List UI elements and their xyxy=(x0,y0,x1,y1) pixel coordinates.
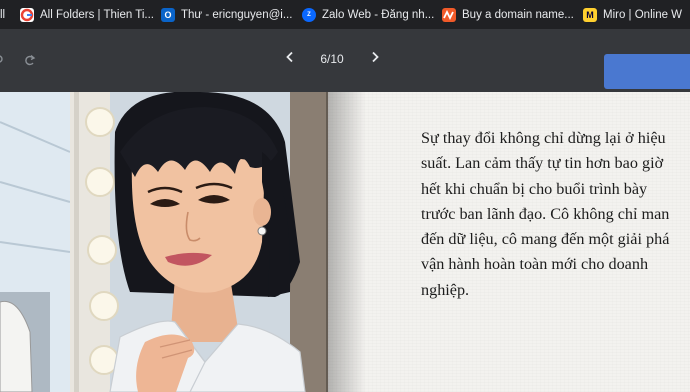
bookmark-zalo[interactable]: Z Zalo Web - Đăng nh... xyxy=(302,0,434,29)
story-text: Sự thay đổi không chỉ dừng lại ở hiệu su… xyxy=(421,126,690,303)
bookmark-label: All Folders | Thien Ti... xyxy=(40,8,154,21)
bookmark-label: Buy a domain name... xyxy=(462,8,574,21)
redo-icon[interactable] xyxy=(24,53,36,71)
story-line: suất. Lan cảm thấy tự tin hơn bao giờ xyxy=(421,154,664,173)
google-icon xyxy=(20,7,34,22)
action-button[interactable] xyxy=(604,54,690,89)
outlook-icon: O xyxy=(161,7,175,22)
next-page-button[interactable] xyxy=(365,49,385,69)
bookmark-namecheap[interactable]: Buy a domain name... xyxy=(442,0,574,29)
viewer-toolbar: 6/10 xyxy=(0,29,690,92)
story-line: nghiệp. xyxy=(421,280,470,299)
partial-left-icon[interactable] xyxy=(0,51,5,69)
bookmark-label: Thư - ericnguyen@i... xyxy=(181,8,293,21)
chevron-right-icon xyxy=(370,50,380,68)
story-line: vận hành hoàn toàn mới cho doanh xyxy=(421,255,649,274)
bookmark-label: ll xyxy=(0,8,6,21)
story-line: trước ban lãnh đạo. Cô không chỉ man xyxy=(421,204,670,223)
page-gutter-shadow xyxy=(326,92,366,392)
story-line: Sự thay đổi không chỉ dừng lại ở hiệu xyxy=(421,129,666,147)
bookmark-partial[interactable]: ll xyxy=(0,0,5,29)
bookmarks-bar: ll All Folders | Thien Ti... O Thư - eri… xyxy=(0,0,690,29)
miro-icon: M xyxy=(583,7,597,22)
bookmark-outlook[interactable]: O Thư - ericnguyen@i... xyxy=(161,0,292,29)
bookmark-label: Miro | Online W xyxy=(603,8,683,21)
previous-page-button[interactable] xyxy=(280,49,300,69)
story-line: đến dữ liệu, cô mang đến một giải phá xyxy=(421,230,670,249)
bookmark-label: Zalo Web - Đăng nh... xyxy=(322,8,435,21)
chevron-left-icon xyxy=(285,50,295,68)
zalo-icon: Z xyxy=(302,7,316,22)
story-line: hết khi chuẩn bị cho buổi trình bày xyxy=(421,179,648,198)
illustration-woman-mirror xyxy=(0,92,330,392)
namecheap-icon xyxy=(442,7,456,22)
bookmark-miro[interactable]: M Miro | Online W xyxy=(583,0,682,29)
bookmark-all-folders[interactable]: All Folders | Thien Ti... xyxy=(20,0,154,29)
page-indicator: 6/10 xyxy=(320,52,344,66)
